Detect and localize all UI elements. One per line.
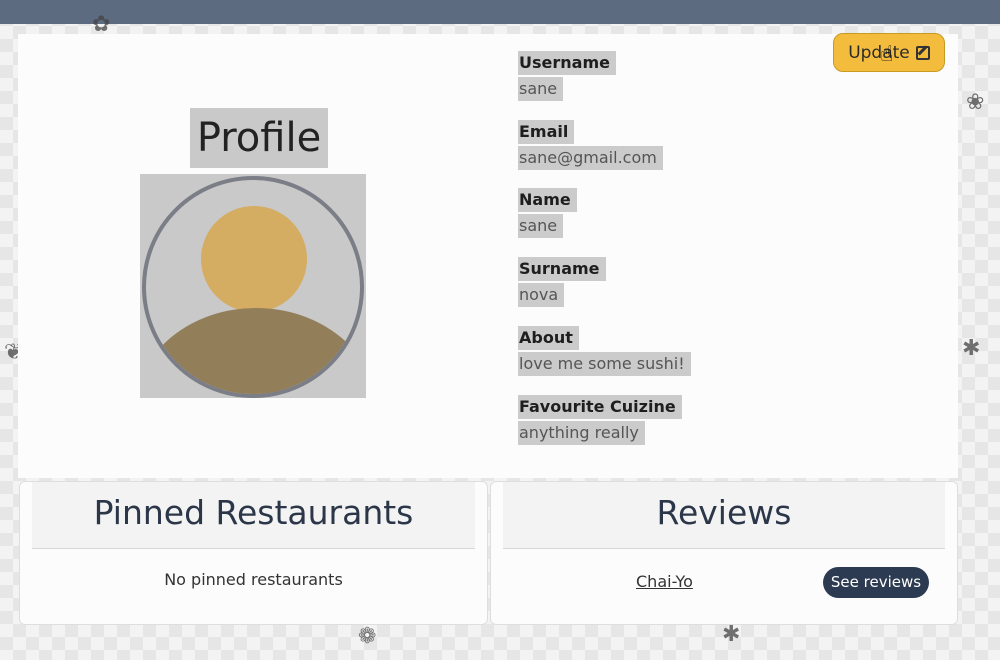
doodle-icon: ✱: [962, 336, 981, 361]
avatar: [140, 174, 366, 398]
field-label-username: Username: [518, 51, 616, 75]
pinned-restaurants-panel: Pinned Restaurants No pinned restaurants: [19, 481, 488, 625]
field-label-email: Email: [518, 120, 575, 144]
field-value-favourite-cuizine: anything really: [518, 421, 645, 445]
page-title: Profile: [190, 108, 328, 168]
doodle-icon: ❁: [358, 624, 377, 649]
field-label-name: Name: [518, 188, 577, 212]
edit-icon: [915, 45, 930, 60]
field-value-surname: nova: [518, 283, 565, 307]
avatar-head: [201, 206, 307, 312]
see-reviews-button[interactable]: See reviews: [823, 567, 929, 598]
field-label-about: About: [518, 326, 579, 350]
field-value-username: sane: [518, 77, 564, 101]
reviews-panel: Reviews Chai-Yo See reviews: [490, 481, 958, 625]
avatar-body: [146, 308, 360, 394]
hand-pointer-icon: ☝: [880, 42, 894, 67]
field-value-name: sane: [518, 214, 564, 238]
top-bar: [0, 0, 1000, 24]
reviews-title: Reviews: [503, 482, 945, 549]
doodle-icon: ❀: [966, 90, 985, 115]
doodle-icon: ✱: [722, 622, 741, 647]
no-pinned-restaurants-text: No pinned restaurants: [164, 570, 343, 589]
field-label-surname: Surname: [518, 257, 606, 281]
field-label-favourite-cuizine: Favourite Cuizine: [518, 395, 682, 419]
review-restaurant-link[interactable]: Chai-Yo: [636, 572, 693, 591]
field-value-email: sane@gmail.com: [518, 146, 663, 170]
update-button-label: Update: [848, 42, 910, 63]
pinned-restaurants-title: Pinned Restaurants: [32, 482, 475, 549]
field-value-about: love me some sushi!: [518, 352, 691, 376]
user-silhouette-icon: [142, 176, 364, 398]
